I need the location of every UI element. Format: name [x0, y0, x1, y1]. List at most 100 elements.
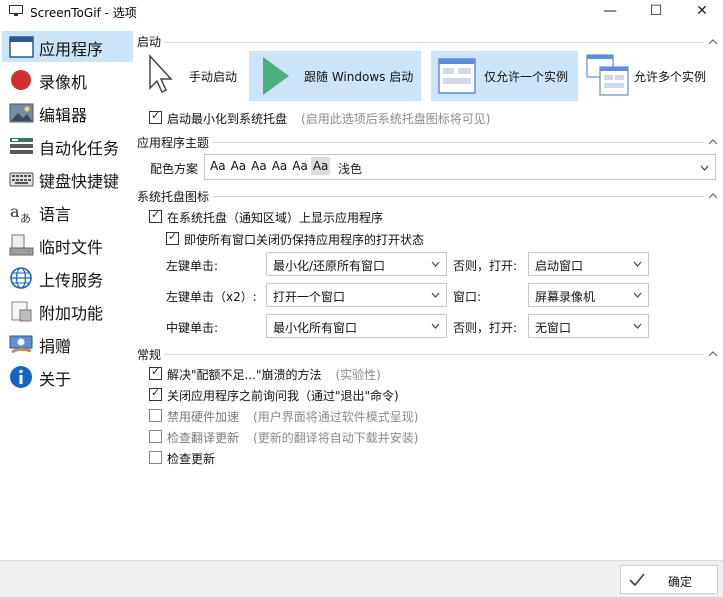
chevron-down-icon [431, 261, 440, 267]
select-value: 打开一个窗口 [273, 290, 346, 304]
section-title-general: 常规 [137, 346, 166, 363]
sidebar-item-keyboard-shortcuts[interactable]: 键盘快捷键 [2, 163, 133, 194]
chevron-up-icon[interactable] [706, 137, 720, 147]
startup-with-windows-button[interactable]: 跟随 Windows 启动 [249, 51, 421, 101]
double-click-window-select[interactable]: 屏幕录像机 [528, 283, 649, 307]
sidebar-item-label: 应用程序 [39, 40, 104, 59]
middle-click-select[interactable]: 最小化所有窗口 [266, 314, 447, 338]
chevron-up-icon[interactable] [706, 37, 720, 47]
checkbox-box[interactable] [166, 230, 179, 245]
maximize-button[interactable]: ☐ [636, 0, 676, 24]
section-title-tray: 系统托盘图标 [137, 188, 214, 205]
sidebar-item-label: 语言 [39, 205, 72, 224]
chevron-down-icon [431, 323, 440, 329]
select-value: 启动窗口 [535, 259, 584, 273]
sidebar-item-label: 附加功能 [39, 304, 104, 323]
section-title-theme: 应用程序主题 [137, 134, 214, 151]
checkbox-label: 检查翻译更新 [167, 431, 240, 445]
checkbox-box[interactable] [149, 386, 162, 401]
screentogif-app-icon [9, 5, 23, 16]
middle-click-else-label: 否则，打开: [453, 321, 518, 335]
sidebar-item-upload[interactable]: 上传服务 [2, 262, 133, 293]
chevron-down-icon [633, 292, 642, 298]
multiple-instances-label: 允许多个实例 [634, 70, 707, 84]
extras-icon [11, 301, 32, 322]
theme-preview-swatch: Aa [310, 157, 331, 175]
double-click-select[interactable]: 打开一个窗口 [266, 283, 447, 307]
cursor-icon [149, 54, 173, 94]
sidebar-item-donate[interactable]: 捐赠 [2, 328, 133, 359]
sidebar-item-about[interactable]: 关于 [2, 361, 133, 392]
theme-preview-swatch: Aa [251, 159, 267, 173]
sidebar-item-extras[interactable]: 附加功能 [2, 295, 133, 326]
language-icon: a あ [10, 202, 31, 224]
checkbox-hint: (启用此选项后系统托盘图标将可见) [301, 112, 491, 126]
startup-manual-label: 手动启动 [189, 70, 238, 84]
record-icon [11, 70, 31, 90]
select-value: 最小化/还原所有窗口 [273, 259, 386, 273]
checkbox-hint: (用户界面将通过软件模式呈现) [253, 410, 419, 424]
middle-click-label: 中键单击: [166, 321, 219, 335]
select-value: 最小化所有窗口 [273, 321, 358, 335]
checkbox-label: 检查更新 [167, 452, 216, 466]
play-icon [263, 57, 289, 95]
checkbox-box[interactable] [149, 109, 162, 124]
sidebar-item-editor[interactable]: 编辑器 [2, 97, 133, 128]
middle-click-else-select[interactable]: 无窗口 [528, 314, 649, 338]
left-click-else-select[interactable]: 启动窗口 [528, 252, 649, 276]
keyboard-icon [9, 172, 34, 187]
donate-icon [9, 335, 33, 354]
color-scheme-select[interactable]: Aa Aa Aa Aa Aa Aa 浅色 [204, 154, 716, 180]
minimize-button[interactable]: — [590, 0, 630, 24]
checkbox-box[interactable] [149, 451, 162, 464]
checkbox-box[interactable] [149, 208, 162, 223]
close-button[interactable]: ✕ [682, 0, 722, 24]
ok-button-label: 确定 [668, 575, 693, 589]
chevron-down-icon [700, 165, 709, 171]
checkbox-box[interactable] [149, 430, 162, 443]
checkbox-label: 即使所有窗口关闭仍保持应用程序的打开状态 [184, 233, 425, 247]
sidebar-item-label: 临时文件 [39, 238, 104, 257]
checkbox-label: 关闭应用程序之前询问我（通过"退出"命令) [167, 389, 399, 403]
sidebar-item-automation[interactable]: 自动化任务 [2, 130, 133, 161]
sidebar-item-recorder[interactable]: 录像机 [2, 64, 133, 95]
section-title-startup: 启动 [137, 33, 166, 50]
settings-panel: 启动 手动启动 跟随 Windows 启动 仅允许一个实例 允许多个实例 ✓ 启… [135, 27, 723, 552]
svg-text:a: a [10, 202, 20, 221]
checkbox-box[interactable] [149, 365, 162, 380]
sidebar-item-label: 自动化任务 [39, 139, 120, 158]
chevron-down-icon [633, 323, 642, 329]
double-click-window-label: 窗口: [453, 290, 482, 304]
double-click-label: 左键单击（x2）: [166, 290, 257, 304]
sidebar-item-label: 捐赠 [39, 337, 72, 356]
multiple-instances-button[interactable]: 允许多个实例 [584, 51, 714, 101]
select-value: 屏幕录像机 [535, 290, 596, 304]
chevron-up-icon[interactable] [706, 349, 720, 359]
sidebar-item-label: 键盘快捷键 [39, 172, 120, 191]
checkbox-hint: (实验性) [335, 368, 381, 382]
section-divider [139, 42, 704, 43]
sidebar-item-application[interactable]: 应用程序 [2, 31, 133, 62]
sidebar: 应用程序 录像机 编辑器 自动化任务 键盘快捷键 a あ 语言 临时文件 上传服… [0, 27, 133, 552]
sidebar-item-label: 关于 [39, 370, 72, 389]
checkbox-box[interactable] [149, 409, 162, 422]
automation-tasks-icon [10, 138, 33, 154]
left-click-select[interactable]: 最小化/还原所有窗口 [266, 252, 447, 276]
chevron-up-icon[interactable] [706, 191, 720, 201]
info-icon [10, 366, 32, 388]
chevron-down-icon [633, 261, 642, 267]
ok-button[interactable]: 确定 [620, 565, 718, 594]
single-instance-button[interactable]: 仅允许一个实例 [431, 51, 578, 101]
multiple-instances-icon [586, 54, 629, 96]
startup-manual-button[interactable]: 手动启动 [145, 51, 249, 101]
sidebar-item-label: 录像机 [39, 73, 88, 92]
startup-with-windows-label: 跟随 Windows 启动 [304, 70, 414, 84]
sidebar-item-language[interactable]: a あ 语言 [2, 196, 133, 227]
theme-preview: Aa Aa Aa Aa Aa Aa [208, 157, 331, 177]
left-click-label: 左键单击: [166, 259, 219, 273]
section-divider [139, 354, 704, 355]
window-title: ScreenToGif - 选项 [30, 6, 137, 20]
sidebar-item-temp-files[interactable]: 临时文件 [2, 229, 133, 260]
color-scheme-label: 配色方案 [150, 162, 199, 176]
section-divider [139, 142, 704, 143]
